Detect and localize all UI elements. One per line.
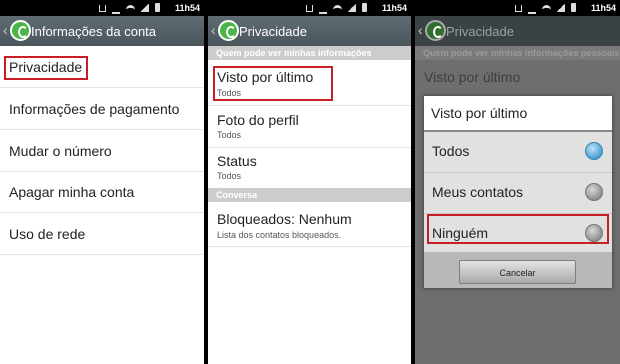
usb-icon [99,5,106,12]
option-my-contacts[interactable]: Meus contatos [424,173,612,214]
action-bar: ‹ Privacidade [208,16,411,46]
highlight-box [427,214,609,244]
dialog-title-bar: Visto por último [424,96,612,132]
section-header-personal-info: Quem pode ver minhas informações pessoai… [415,46,620,60]
section-header-personal-info: Quem pode ver minhas informações pessoai… [208,46,411,72]
setting-status[interactable]: Status Todos [208,148,411,186]
whatsapp-logo-icon[interactable] [10,20,31,41]
dialog-button-bar: Cancelar [424,252,612,288]
menu-item-delete-account[interactable]: Apagar minha conta [0,172,204,213]
back-icon: ‹ [418,22,423,38]
status-time: 11h54 [174,3,200,13]
status-bar: 11h54 [415,0,620,16]
option-label: Meus contatos [432,184,524,200]
menu-item-change-number[interactable]: Mudar o número [0,130,204,172]
usb-icon [306,5,313,12]
privacy-screen: 11h54 ‹ Privacidade Quem pode ver minhas… [208,0,411,364]
signal-icon [141,3,149,12]
notification-icon [528,3,536,14]
menu-item-label: Informações de pagamento [9,101,180,117]
back-icon[interactable]: ‹ [211,22,216,38]
menu-item-label: Uso de rede [9,226,86,242]
menu-item-payment[interactable]: Informações de pagamento [0,88,204,130]
setting-blocked[interactable]: Bloqueados: Nenhum Lista dos contatos bl… [208,202,411,247]
last-seen-dialog: Visto por último Todos Meus contatos Nin… [424,96,612,288]
option-label: Todos [432,143,470,159]
wifi-icon [542,5,551,13]
setting-title: Bloqueados: Nenhum [217,211,352,227]
status-bar: 11h54 [208,0,411,16]
setting-value: Todos [217,171,242,181]
action-bar: ‹ Privacidade [415,16,620,46]
setting-profile-photo[interactable]: Foto do perfil Todos [208,106,411,148]
wifi-icon [333,5,342,13]
dialog-title: Visto por último [431,105,528,121]
back-icon[interactable]: ‹ [3,22,8,38]
highlight-box [213,66,333,101]
whatsapp-logo-icon [425,20,446,41]
account-info-screen: 11h54 ‹ Informações da conta Privacidade… [0,0,204,364]
battery-icon [155,3,160,12]
setting-value: Lista dos contatos bloqueados. [217,230,342,240]
battery-icon [571,3,576,12]
page-title: Privacidade [239,24,307,39]
usb-icon [515,5,522,12]
option-everyone[interactable]: Todos [424,132,612,173]
highlight-box [4,56,88,80]
cancel-button[interactable]: Cancelar [459,260,576,284]
action-bar: ‹ Informações da conta [0,16,204,46]
menu-item-network-usage[interactable]: Uso de rede [0,213,204,255]
notification-icon [319,3,327,14]
notification-icon [112,3,120,14]
status-bar: 11h54 [0,0,204,16]
setting-title: Foto do perfil [217,112,299,128]
status-time: 11h54 [381,3,407,13]
page-title: Informações da conta [31,24,157,39]
signal-icon [557,3,565,12]
radio-unselected-icon[interactable] [585,183,603,201]
page-title: Privacidade [446,24,514,39]
wifi-icon [126,5,135,13]
menu-item-label: Apagar minha conta [9,184,135,200]
setting-title: Status [217,153,257,169]
whatsapp-logo-icon[interactable] [218,20,239,41]
setting-title-dimmed: Visto por último [424,69,521,85]
signal-icon [348,3,356,12]
setting-value: Todos [217,130,242,140]
section-header-conversation: Conversa [208,188,411,202]
status-time: 11h54 [590,3,616,13]
battery-icon [362,3,367,12]
radio-selected-icon[interactable] [585,142,603,160]
menu-item-label: Mudar o número [9,143,112,159]
